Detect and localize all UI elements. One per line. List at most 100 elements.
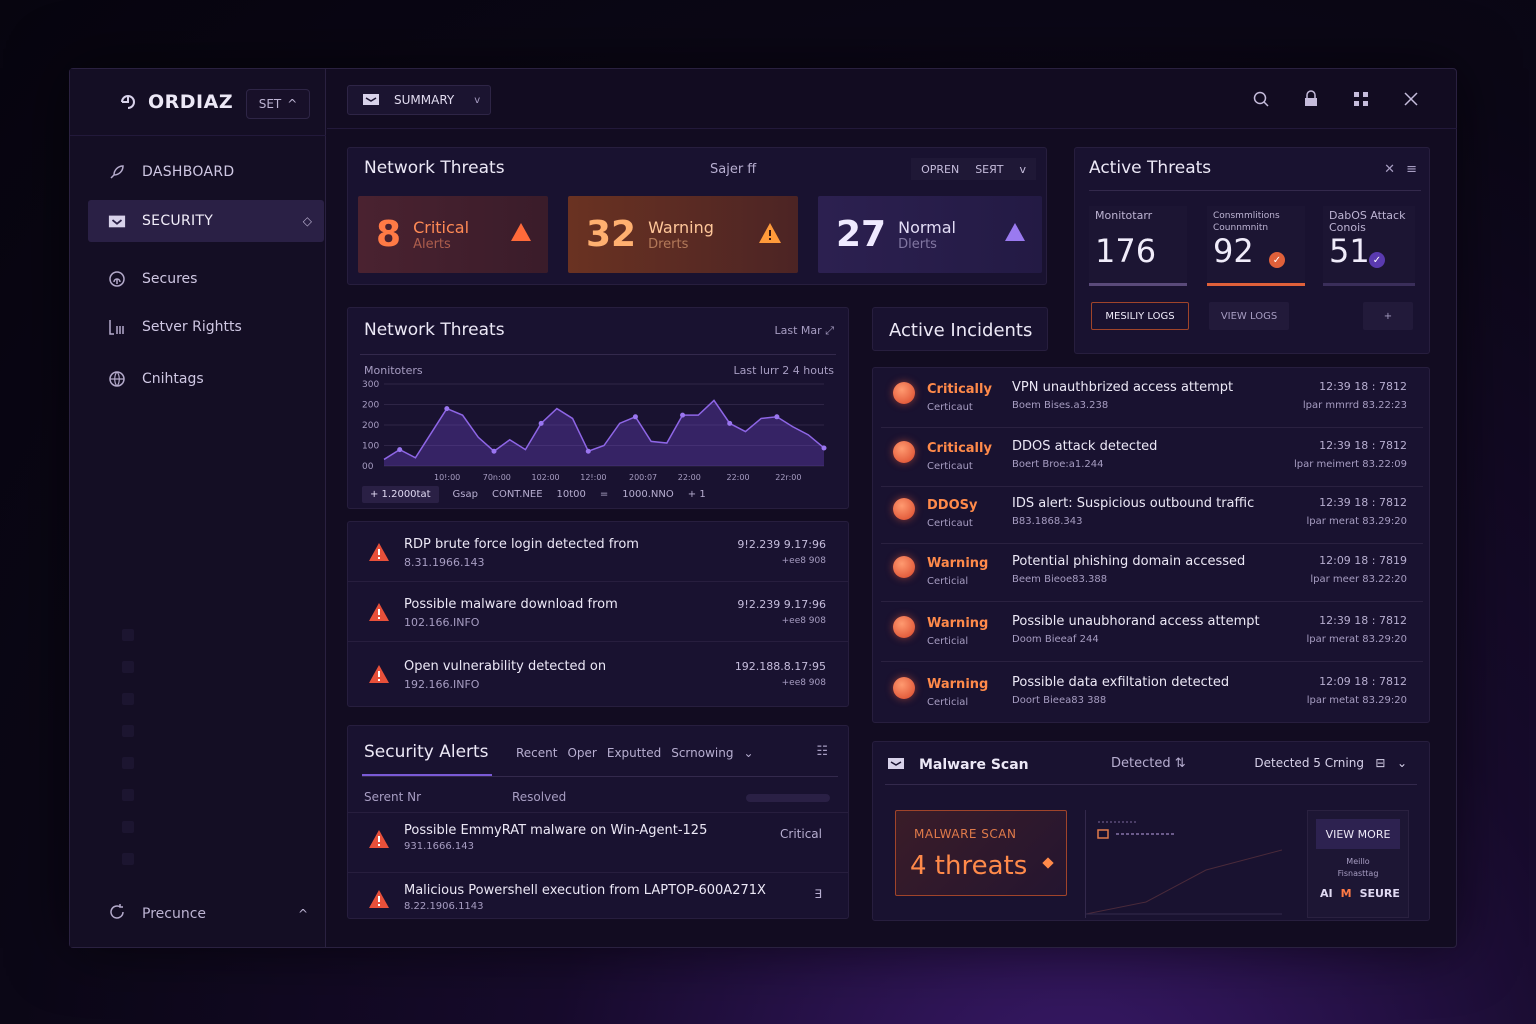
detected-filter[interactable]: Detected ⇅ [1111,756,1186,771]
detected-count[interactable]: Detected 5 Crning ⊟ ⌄ [1254,756,1407,770]
logs-button[interactable]: MESILIY LOGS [1091,302,1189,330]
tab-open[interactable]: Oper [567,746,596,760]
alert-icon [893,382,915,404]
chart-point[interactable] [585,448,591,454]
chart-footer-item[interactable]: Gsap [453,489,478,500]
chart-point[interactable] [444,406,450,412]
chart-footer-item[interactable]: CONT.NEE [492,489,543,500]
chart-footer-item[interactable]: 10t00 [557,489,586,500]
open-button[interactable]: OPREN [921,163,959,176]
incident-row[interactable]: DDOSy Certicaut IDS alert: Suspicious ou… [881,486,1423,544]
alert-status: Critical [780,827,822,841]
scan-icon [887,756,905,774]
security-alert-row[interactable]: Possible EmmyRAT malware on Win-Agent-12… [348,812,848,870]
sidebar-item-dashboard[interactable]: DASHBOARD [88,151,324,193]
sidebar-divider [70,135,326,136]
incident-row[interactable]: Warning Certicial Potential phishing dom… [881,544,1423,602]
panel-controls[interactable]: OPREN SEЯT v [911,158,1036,180]
malware-scan-summary[interactable]: MALWARE SCAN 4 threats [895,810,1067,896]
summary-dropdown[interactable]: SUMMARY v [347,85,491,115]
app-window: ORDIAZ SET ^ DASHBOARD SECURITY ◇ Secure… [69,68,1457,948]
alert-row[interactable]: RDP brute force login detected from 8.31… [348,522,848,582]
chart-point[interactable] [727,420,733,426]
incident-desc: IDS alert: Suspicious outbound traffic [1012,496,1255,511]
chevron-up-icon[interactable]: ^ [298,907,308,921]
chart-point[interactable] [680,412,686,418]
incident-row[interactable]: Warning Certicial Possible data exfiltat… [881,665,1423,723]
tab-scrnowing[interactable]: Scrnowing [671,746,733,760]
close-icon[interactable]: ✕ [1384,162,1395,177]
chevron-down-icon[interactable]: ⌄ [743,746,753,760]
chart-point[interactable] [632,414,638,420]
lock-icon[interactable] [1301,89,1321,109]
monitor-label: Monitoters [364,364,423,377]
list-icon[interactable]: ☷ [816,744,828,759]
ddos-attack-card[interactable]: DabOS Attack Conois 51 ✓ [1323,206,1415,286]
chart-point[interactable] [774,414,780,420]
alert-row[interactable]: Possible malware download from 102.166.I… [348,582,848,642]
incident-host: lpar mmrrd 83.22:23 [1302,400,1407,411]
filter-pill[interactable] [746,794,830,802]
incident-ip: Boem Bises.a3.238 [1012,400,1109,411]
chart-point[interactable] [821,445,827,451]
critical-alerts-card[interactable]: 8 Critical Alerts [358,196,548,273]
sidebar-item-security[interactable]: SECURITY ◇ [88,200,324,242]
incident-row[interactable]: Critically Certicaut VPN unauthbrized ac… [881,370,1423,428]
network-threats-chart: 300 200 200 100 00 10!:00 70n:00 102:00 12!:00 20… [362,380,827,482]
last-filter[interactable]: Last Mar ⤢ [775,324,834,338]
view-more-button[interactable]: VIEW MORE [1316,819,1400,849]
warning-alerts-card[interactable]: 32 Warning Drerts [568,196,798,273]
sidebar-item-precunce[interactable]: Precunce ^ [108,903,308,925]
set-button[interactable]: SEЯT [975,163,1003,176]
globe-icon [108,370,126,388]
chevron-down-icon[interactable]: v [1019,163,1026,176]
alert-row[interactable]: Open vulnerability detected on 192.166.I… [348,644,848,704]
menu-icon[interactable]: ≡ [1406,162,1417,177]
set-button[interactable]: SET ^ [246,89,310,119]
connections-card[interactable]: Consmmlitions Counnmnitn 92 ✓ [1207,206,1305,286]
incident-row[interactable]: Warning Certicial Possible unaubhorand a… [881,604,1423,662]
security-alert-row[interactable]: Malicious Powershell execution from LAPT… [348,872,848,930]
incident-desc: Possible data exfiltation detected [1012,675,1230,690]
lock-icon: ⊟ [1375,756,1386,770]
x-tick-label: 22:00 [678,473,701,482]
incident-severity: Warning [927,616,989,631]
chart-footer-item[interactable]: = [600,489,608,500]
normal-alerts-card[interactable]: 27 Normal Dlerts [818,196,1042,273]
alert-list-panel: RDP brute force login detected from 8.31… [347,521,849,707]
topbar-actions [1251,89,1421,109]
expand-icon[interactable]: ◇ [303,214,312,228]
detected-label: Detected [1111,756,1171,771]
incident-host: lpar meer 83.22:20 [1310,574,1407,585]
x-tick-label: 10!:00 [434,473,460,482]
close-icon[interactable] [1401,89,1421,109]
chart-chip[interactable]: + 1.2000tat [362,485,439,503]
add-button[interactable]: + [1363,302,1413,330]
chart-footer-item[interactable]: 1000.NNO [622,489,673,500]
view-logs-button[interactable]: VIEW LOGS [1209,302,1289,330]
brand[interactable]: ORDIAZ [118,91,233,113]
sidebar-item-cnihtags[interactable]: Cnihtags [88,358,324,400]
incident-host: lpar merat 83.29:20 [1306,634,1408,645]
incident-time: 12:39 18 : 7812 [1319,439,1407,452]
monitored-card[interactable]: Monitotarr 176 [1089,206,1187,286]
expand-icon[interactable]: ⤢ [825,324,834,337]
chart-point[interactable] [397,447,403,453]
grid-icon[interactable] [1351,89,1371,109]
active-incidents-panel: Critically Certicaut VPN unauthbrized ac… [872,367,1430,723]
topbar: SUMMARY v [327,69,1457,129]
tab-exputted[interactable]: Exputted [607,746,661,760]
sidebar-item-secures[interactable]: Secures [88,258,324,300]
panel-title: Active Incidents [889,320,1033,341]
incident-row[interactable]: Critically Certicaut DDOS attack detecte… [881,429,1423,487]
chart-footer-item[interactable]: + 1 [688,489,706,500]
y-tick-label: 200 [362,421,379,431]
alert-icon [893,616,915,638]
chart-point[interactable] [491,448,497,454]
search-icon[interactable] [1251,89,1271,109]
chart-point[interactable] [538,420,544,426]
sidebar-item-server-rights[interactable]: Setver Rightts [88,306,324,348]
tab-recent[interactable]: Recent [516,746,557,760]
incident-time: 12:39 18 : 7812 [1319,380,1407,393]
panel-subtitle: Sajer ff [710,162,757,177]
